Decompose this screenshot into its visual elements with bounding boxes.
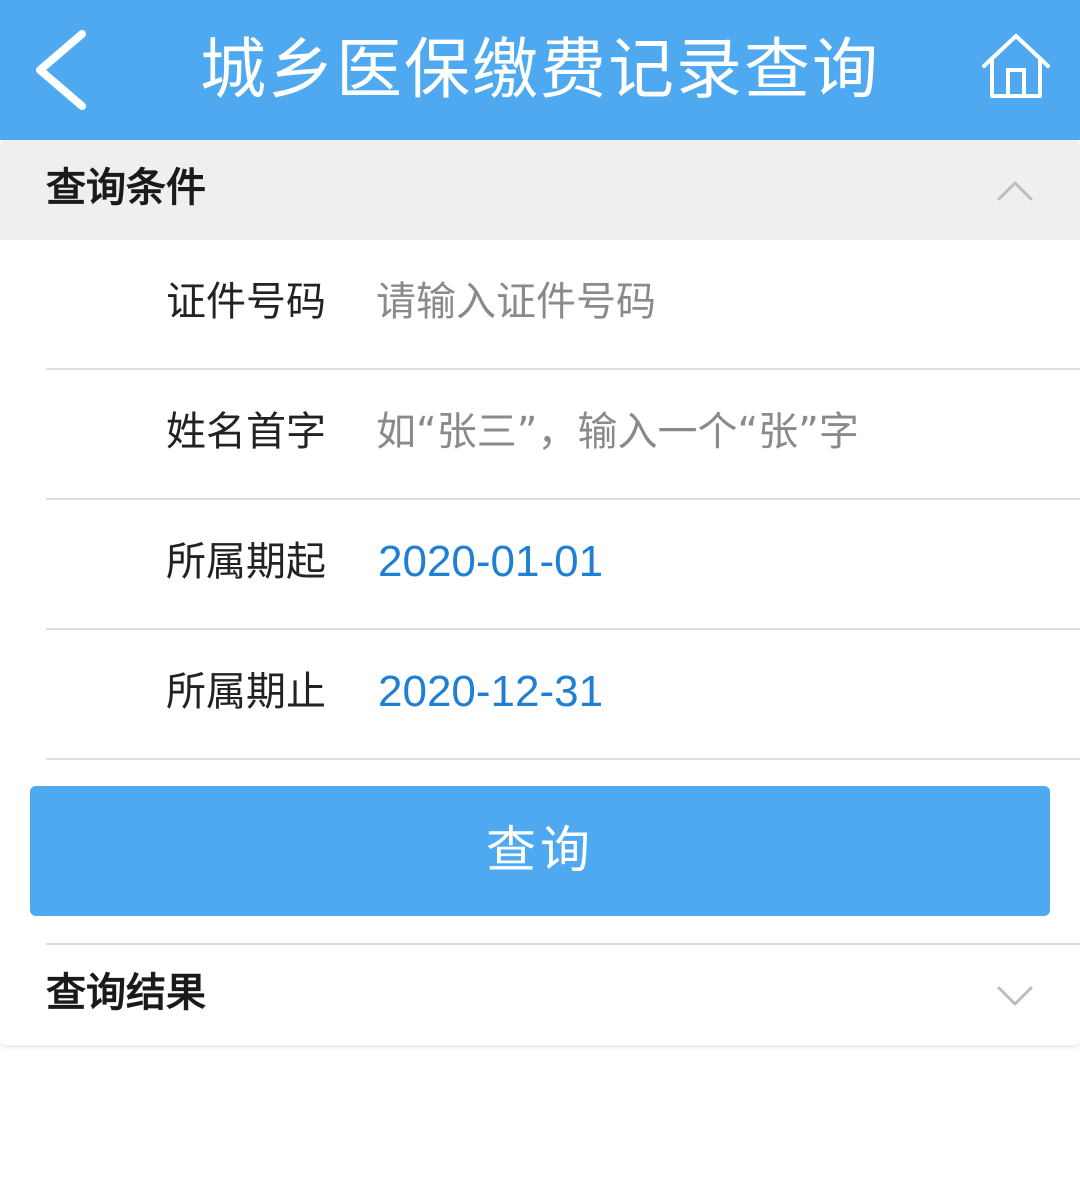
period-end-date-picker[interactable]: 2020-12-31 <box>378 630 603 758</box>
home-button[interactable] <box>980 30 1052 102</box>
id-number-input[interactable] <box>376 262 1056 342</box>
back-button[interactable] <box>22 20 102 120</box>
home-icon <box>982 34 1050 98</box>
surname-input[interactable] <box>376 392 1056 472</box>
surname-row: 姓名首字 <box>46 370 1080 500</box>
period-end-row: 所属期止 2020-12-31 <box>46 630 1080 760</box>
conditions-section-title: 查询条件 <box>46 165 206 211</box>
id-number-label: 证件号码 <box>166 279 326 325</box>
id-number-row: 证件号码 <box>46 240 1080 370</box>
page-title: 城乡医保缴费记录查询 <box>200 31 880 108</box>
chevron-up-icon <box>997 181 1033 201</box>
conditions-section-header[interactable]: 查询条件 <box>0 140 1080 240</box>
chevron-left-icon <box>36 30 86 110</box>
period-start-date-picker[interactable]: 2020-01-01 <box>378 500 603 628</box>
results-section-title: 查询结果 <box>46 970 206 1016</box>
results-section-header[interactable]: 查询结果 <box>0 945 1080 1045</box>
period-end-label: 所属期止 <box>166 669 326 715</box>
surname-label: 姓名首字 <box>166 409 326 455</box>
chevron-down-icon <box>997 986 1033 1006</box>
period-start-row: 所属期起 2020-01-01 <box>46 500 1080 630</box>
app-header: 城乡医保缴费记录查询 <box>0 0 1080 140</box>
period-start-label: 所属期起 <box>166 539 326 585</box>
query-button[interactable]: 查询 <box>30 786 1050 916</box>
query-card: 查询条件 证件号码 姓名首字 所属期起 2020-01-01 所属期止 2020… <box>0 140 1080 1045</box>
